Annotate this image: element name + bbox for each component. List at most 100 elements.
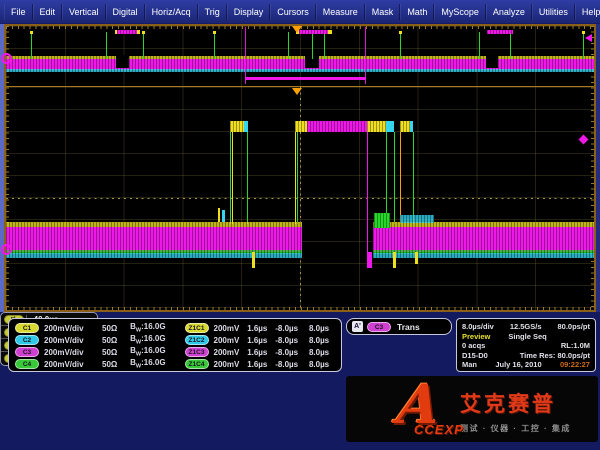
channel-impedance: 50Ω [102,324,130,333]
waveform-segment [386,132,387,224]
zoom-end: 8.0µs [309,360,337,369]
waveform-segment [137,30,140,34]
oscilloscope-window: File Edit Vertical Digital Horiz/Acq Tri… [0,0,600,450]
menu-vertical[interactable]: Vertical [62,4,106,20]
waveform-segment [394,132,395,224]
watermark-brand-cn: 艾克赛普 [460,388,571,418]
menu-file[interactable]: File [4,4,33,20]
vendor-watermark: A CCEXP 艾克赛普 测试 · 仪器 · 工控 · 集成 [398,382,598,440]
zoom-badge-z1c4[interactable]: Z1C4 [185,359,209,369]
waveform-segment [297,132,298,224]
waveform-segment [400,215,434,223]
timebase-readout: 8.0µs/div [462,322,494,332]
zoom-badge-z1c2[interactable]: Z1C2 [185,335,209,345]
menu-analyze[interactable]: Analyze [486,4,532,20]
waveform-segment [245,77,366,80]
waveform-segment [410,121,413,132]
zoom-scale: 200mV [214,348,248,357]
overview-channel-ref-marker[interactable] [1,53,12,64]
resolution-readout: 80.0ps/pt [557,322,590,332]
waveform-segment [399,31,402,34]
watermark-logo-text: CCEXP [414,422,464,437]
waveform-segment [299,30,329,34]
menu-mask[interactable]: Mask [365,4,401,20]
waveform-segment [213,31,216,34]
trigger-readout-box[interactable]: A' C3 Trans [346,318,452,335]
menu-display[interactable]: Display [227,4,271,20]
waveform-segment [116,55,129,68]
zoom-start: -8.0µs [275,324,309,333]
zoom-timebase: 1.6µs [247,360,275,369]
channel-row-c2: C2 200mV/div 50Ω BW:16.0G Z1C2 200mV 1.6… [15,334,337,346]
channel-scale: 200mV/div [44,336,102,345]
trigger-source-badge: C3 [367,322,391,332]
acq-mode: Single Seq [508,332,546,342]
trigger-mode: Man [462,360,477,370]
window-right-edge [596,24,600,312]
zoom-scale: 200mV [214,336,248,345]
waveform-layer [6,26,594,310]
waveform-segment [6,227,302,252]
channel-impedance: 50Ω [102,360,130,369]
date-readout: July 16, 2010 [495,360,541,370]
channel-bandwidth: BW:16.0G [130,346,182,358]
waveform-segment [415,252,418,264]
waveform-segment [510,32,511,59]
waveform-segment [230,121,244,132]
waveform-segment [295,132,296,224]
waveform-segment [400,32,401,59]
menu-trig[interactable]: Trig [198,4,227,20]
menu-math[interactable]: Math [400,4,434,20]
waveform-segment [295,121,307,132]
waveform-display [4,24,596,312]
channel-scale: 200mV/div [44,348,102,357]
zoom-badge-z1c3[interactable]: Z1C3 [185,347,209,357]
waveform-segment [393,252,396,268]
watermark-tagline: 测试 · 仪器 · 工控 · 集成 [460,423,571,434]
channel-badge-c1[interactable]: C1 [15,323,39,333]
waveform-segment [367,121,386,132]
menu-help[interactable]: Help [575,4,600,20]
trigger-event-icon: A' [352,321,363,332]
waveform-segment [373,227,594,252]
menu-measure[interactable]: Measure [316,4,365,20]
menu-myscope[interactable]: MyScope [434,4,486,20]
menu-edit[interactable]: Edit [33,4,63,20]
channel-bandwidth: BW:16.0G [130,322,182,334]
channel-badge-c2[interactable]: C2 [15,335,39,345]
zoom-scale: 200mV [214,360,248,369]
zoom-badge-z1c1[interactable]: Z1C1 [185,323,209,333]
readout-area: C1 200mV/div 50Ω BW:16.0G Z1C1 200mV 1.6… [0,312,600,450]
waveform-segment [324,32,325,59]
menu-utilities[interactable]: Utilities [532,4,575,20]
digital-channels: D15-D0 [462,351,488,361]
menu-digital[interactable]: Digital [106,4,145,20]
waveform-segment [214,32,215,59]
menu-horiz-acq[interactable]: Horiz/Acq [145,4,198,20]
zoom-trigger-marker[interactable] [292,88,302,95]
waveform-segment [218,208,220,222]
zoom-scale: 200mV [214,324,248,333]
waveform-segment [31,32,32,59]
sample-rate-readout: 12.5GS/s [510,322,542,332]
menu-cursors[interactable]: Cursors [270,4,316,20]
record-length: RL:1.0M [561,341,590,351]
channel-badge-c4[interactable]: C4 [15,359,39,369]
waveform-segment [368,252,372,268]
zoom-channel-ref-marker[interactable] [1,244,12,255]
zoom-timebase: 1.6µs [247,324,275,333]
channel-bandwidth: BW:16.0G [130,358,182,370]
trigger-position-marker[interactable] [292,26,302,33]
zoom-end: 8.0µs [309,336,337,345]
preview-status: Preview [462,332,490,342]
waveform-segment [328,30,332,34]
channel-badge-c3[interactable]: C3 [15,347,39,357]
menu-bar: File Edit Vertical Digital Horiz/Acq Tri… [0,0,600,23]
waveform-segment [400,132,401,224]
zoom-right-marker [579,135,589,145]
waveform-segment [307,121,367,132]
channel-scale: 200mV/div [44,324,102,333]
time-readout: 09:22:27 [560,360,590,370]
waveform-segment [288,32,289,59]
channel-readout-box: C1 200mV/div 50Ω BW:16.0G Z1C1 200mV 1.6… [8,318,342,372]
